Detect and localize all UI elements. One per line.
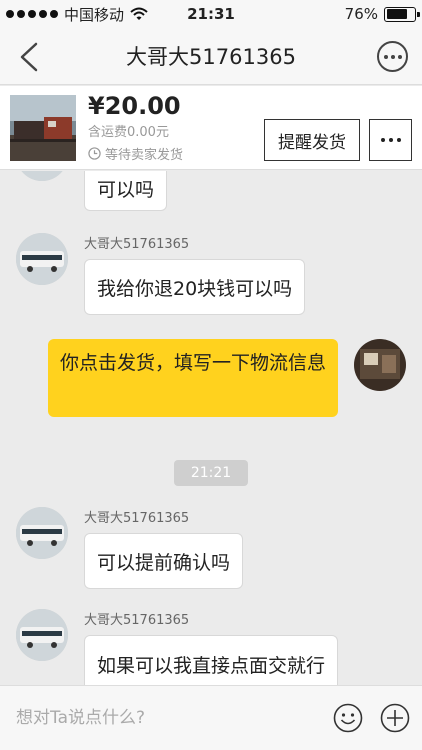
message-bubble-right: 你点击发货，填写一下物流信息 [48, 339, 338, 417]
message-input[interactable] [16, 702, 316, 734]
avatar[interactable] [16, 233, 68, 285]
page-title: 大哥大51761365 [126, 45, 296, 69]
input-bar [0, 685, 422, 750]
avatar[interactable] [16, 609, 68, 661]
signal-strength-icon [6, 10, 58, 18]
product-price: ¥20.00 [88, 92, 181, 120]
more-circle-icon[interactable] [377, 41, 408, 72]
my-avatar[interactable] [354, 339, 406, 391]
emoji-smile-icon[interactable] [333, 703, 363, 733]
chevron-left-icon[interactable] [12, 40, 48, 74]
carrier-name: 中国移动 [64, 5, 125, 24]
time-divider: 21:21 [174, 460, 248, 486]
product-thumbnail[interactable] [10, 95, 76, 161]
plus-circle-icon[interactable] [380, 703, 410, 733]
battery-icon [384, 6, 420, 22]
status-bar: 中国移动 21:31 76% [0, 0, 422, 28]
order-status: 等待卖家发货 [88, 144, 183, 163]
chat-area[interactable]: 可以吗 大哥大51761365 我给你退20块钱可以吗 你点击发货，填写一下物流… [0, 171, 422, 685]
ellipsis-icon[interactable] [369, 119, 412, 161]
sender-name: 大哥大51761365 [84, 511, 190, 526]
wifi-icon [130, 7, 148, 20]
shipping-fee: 含运费0.00元 [88, 125, 169, 140]
clock-icon [88, 147, 101, 160]
avatar[interactable] [16, 507, 68, 559]
message-bubble-left: 可以提前确认吗 [84, 533, 244, 589]
message-bubble-left: 我给你退20块钱可以吗 [84, 259, 306, 315]
sender-name: 大哥大51761365 [84, 237, 190, 252]
message-bubble-left: 如果可以我直接点面交就行 [84, 635, 339, 685]
remind-ship-button[interactable]: 提醒发货 [264, 119, 360, 161]
message-bubble-left: 可以吗 [84, 171, 168, 211]
avatar[interactable] [16, 171, 68, 181]
battery-percent: 76% [344, 5, 378, 23]
nav-bar: 大哥大51761365 [0, 28, 422, 85]
order-status-text: 等待卖家发货 [105, 148, 184, 163]
sender-name: 大哥大51761365 [84, 613, 190, 628]
product-bar[interactable]: ¥20.00 含运费0.00元 等待卖家发货 提醒发货 [0, 86, 422, 170]
